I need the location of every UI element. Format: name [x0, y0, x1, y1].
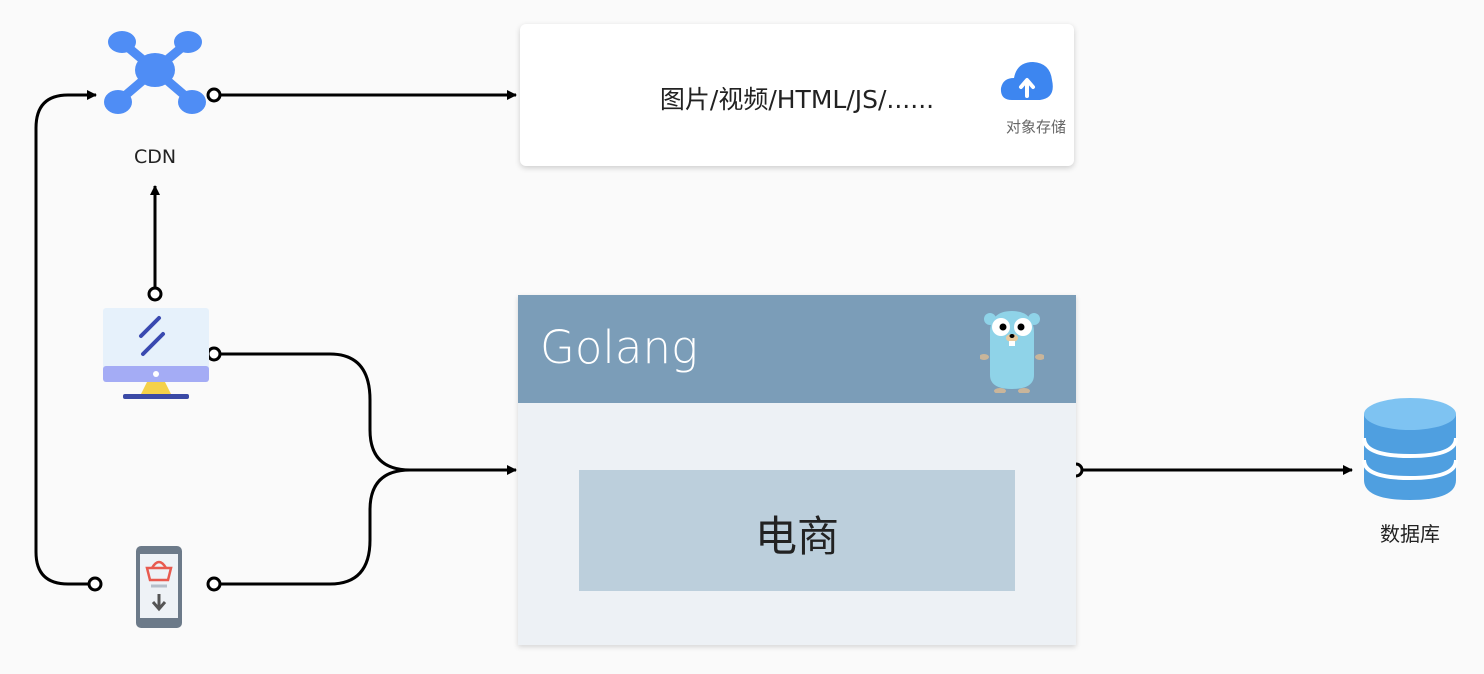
desktop-monitor-icon [103, 308, 209, 399]
cdn-network-icon [104, 31, 206, 114]
ecommerce-module: 电商 [579, 470, 1015, 591]
cloud-upload-icon [1000, 62, 1053, 100]
mobile-shop-icon [136, 546, 182, 628]
storage-caption: 对象存储 [1005, 118, 1066, 136]
port-desktop-top [147, 286, 163, 302]
golang-service-box: Golang 电商 [518, 295, 1076, 645]
object-storage-box: 图片/视频/HTML/JS/...... 对象存储 [520, 24, 1074, 166]
edge-desktop-golang [220, 352, 517, 475]
cdn-label: CDN [133, 146, 177, 168]
edge-mobile-golang [220, 468, 411, 586]
golang-title: Golang [540, 321, 699, 374]
gopher-icon [980, 311, 1044, 393]
storage-content-text: 图片/视频/HTML/JS/...... [659, 85, 935, 114]
golang-header: Golang [518, 295, 1076, 403]
ecommerce-label: 电商 [754, 512, 839, 561]
port-mobile-left [87, 576, 103, 592]
port-mobile-out [206, 576, 222, 592]
edge-mobile-cdn [34, 90, 97, 586]
database-label: 数据库 [1380, 522, 1440, 546]
database-icon [1362, 398, 1458, 500]
